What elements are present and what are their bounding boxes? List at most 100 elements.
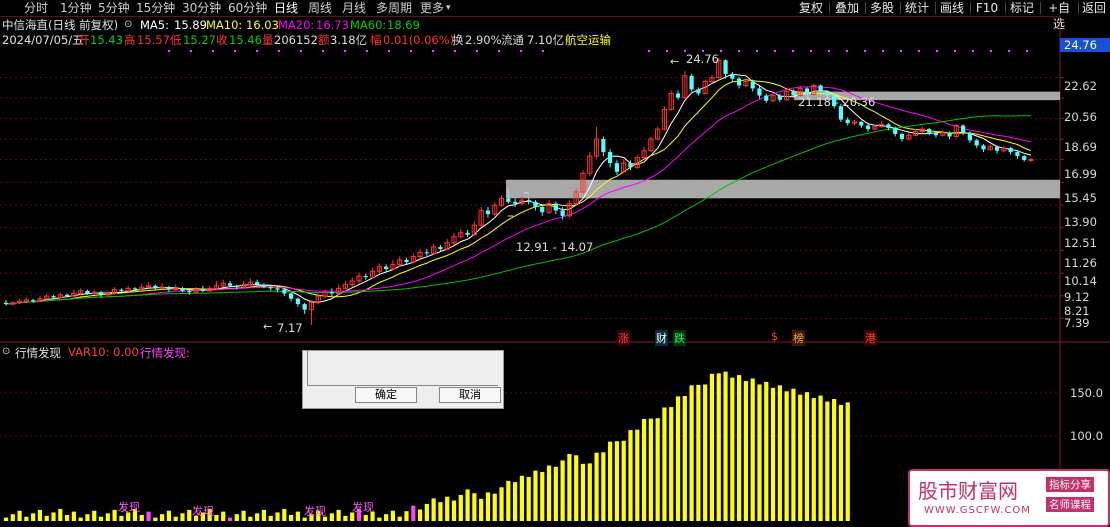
- candle-body: [180, 288, 185, 291]
- candle-body: [845, 119, 850, 124]
- candle-body: [865, 125, 871, 130]
- candle-body: [933, 132, 939, 136]
- price-tick: 12.51: [1064, 236, 1097, 250]
- indicator-bar: [166, 510, 172, 521]
- indicator-bar: [580, 463, 586, 521]
- candle-body: [764, 95, 769, 101]
- indicator-bar: [445, 496, 450, 521]
- settings-circle-icon[interactable]: ⊙: [2, 346, 10, 357]
- indicator-bar: [17, 510, 22, 521]
- event-tag-rise[interactable]: 涨: [617, 330, 630, 346]
- signal-dot: [168, 50, 170, 52]
- price-tick: 16.99: [1064, 167, 1097, 181]
- indicator-tick: 100.0: [1070, 429, 1103, 443]
- signal-dot: [846, 50, 848, 52]
- kline-chart[interactable]: [0, 0, 1110, 526]
- indicator-bar: [248, 516, 253, 521]
- indicator-bar: [682, 395, 687, 521]
- indicator-bar: [770, 387, 776, 521]
- indicator-bar: [798, 394, 803, 521]
- indicator-bar: [757, 384, 762, 521]
- indicator-bar: [730, 377, 735, 521]
- signal-dot: [882, 50, 884, 52]
- indicator-bar: [119, 515, 124, 521]
- candle-body: [737, 78, 742, 86]
- ma60-line: [5, 115, 1031, 305]
- dialog-frame: [307, 351, 498, 386]
- signal-dot: [410, 50, 412, 52]
- indicator-bar: [709, 373, 715, 521]
- candle-body: [533, 201, 538, 207]
- indicator-bar: [221, 511, 226, 521]
- indicator-bar: [608, 441, 613, 521]
- indicator-bar: [390, 510, 396, 521]
- candle-body: [927, 129, 932, 133]
- price-tick: 9.12: [1064, 290, 1090, 304]
- candle-body: [384, 266, 389, 269]
- arrow-icon: ←: [670, 55, 680, 68]
- indicator-bar: [105, 513, 110, 521]
- event-tag-finance[interactable]: 财: [655, 330, 668, 346]
- signal-dot: [864, 50, 866, 52]
- dialog-panel: 确定 取消: [302, 350, 504, 409]
- signal-dot: [256, 50, 258, 52]
- indicator-bar: [275, 512, 280, 521]
- event-tag-hk[interactable]: 港: [864, 330, 877, 346]
- indicator-bar: [146, 511, 151, 521]
- signal-dot: [476, 50, 478, 52]
- candle-body: [859, 121, 864, 126]
- candle-body: [200, 289, 205, 291]
- candle-body: [234, 285, 239, 288]
- candle-body: [689, 75, 694, 90]
- price-tick: 15.45: [1064, 191, 1097, 205]
- signal-dot: [212, 50, 214, 52]
- current-price: 24.76: [1064, 38, 1097, 52]
- candle-body: [261, 284, 267, 288]
- indicator-bar: [641, 419, 647, 521]
- candle-body: [132, 288, 138, 290]
- indicator-bar: [560, 460, 565, 521]
- candle-body: [947, 132, 952, 137]
- signal-dot: [498, 50, 500, 52]
- indicator-bar: [750, 378, 755, 521]
- candle-body: [614, 163, 620, 172]
- indicator-bar: [533, 470, 538, 521]
- candle-body: [1028, 158, 1034, 161]
- indicator-bar: [397, 516, 402, 521]
- indicator-bar: [411, 505, 416, 521]
- event-tag-dollar[interactable]: $: [770, 330, 779, 343]
- candle-body: [899, 133, 905, 140]
- indicator-bar: [723, 371, 728, 521]
- candle-body: [295, 298, 300, 305]
- candle-body: [275, 288, 280, 290]
- candle-body: [777, 95, 782, 100]
- cancel-button[interactable]: 取消: [439, 387, 501, 403]
- indicator-name[interactable]: 行情发现: [15, 345, 61, 361]
- candle-body: [3, 302, 9, 305]
- candle-body: [187, 290, 192, 293]
- signal-dot: [738, 50, 740, 52]
- candle-body: [227, 283, 233, 286]
- indicator-bar: [546, 465, 552, 521]
- indicator-bar: [506, 480, 511, 521]
- candle-body: [1008, 148, 1013, 153]
- signal-dot: [666, 50, 668, 52]
- candle-body: [608, 152, 613, 164]
- indicator-bar: [64, 515, 70, 521]
- candle-body: [513, 201, 518, 204]
- ok-button[interactable]: 确定: [355, 387, 417, 403]
- low-price-mark: 7.17: [277, 321, 303, 335]
- candle-body: [818, 85, 823, 92]
- signal-dot: [990, 50, 992, 52]
- indicator-bar: [377, 517, 382, 521]
- candle-body: [757, 88, 762, 96]
- indicator-bar: [845, 402, 850, 521]
- event-tag-fall[interactable]: 跌: [673, 330, 686, 346]
- indicator-bar: [404, 511, 409, 521]
- candle-body: [730, 73, 735, 79]
- event-tag-list[interactable]: 榜: [792, 330, 805, 346]
- indicator-bar: [472, 493, 477, 521]
- discover-label: 发现: [192, 505, 214, 518]
- indicator-bar: [363, 515, 368, 521]
- indicator-bar: [838, 404, 844, 521]
